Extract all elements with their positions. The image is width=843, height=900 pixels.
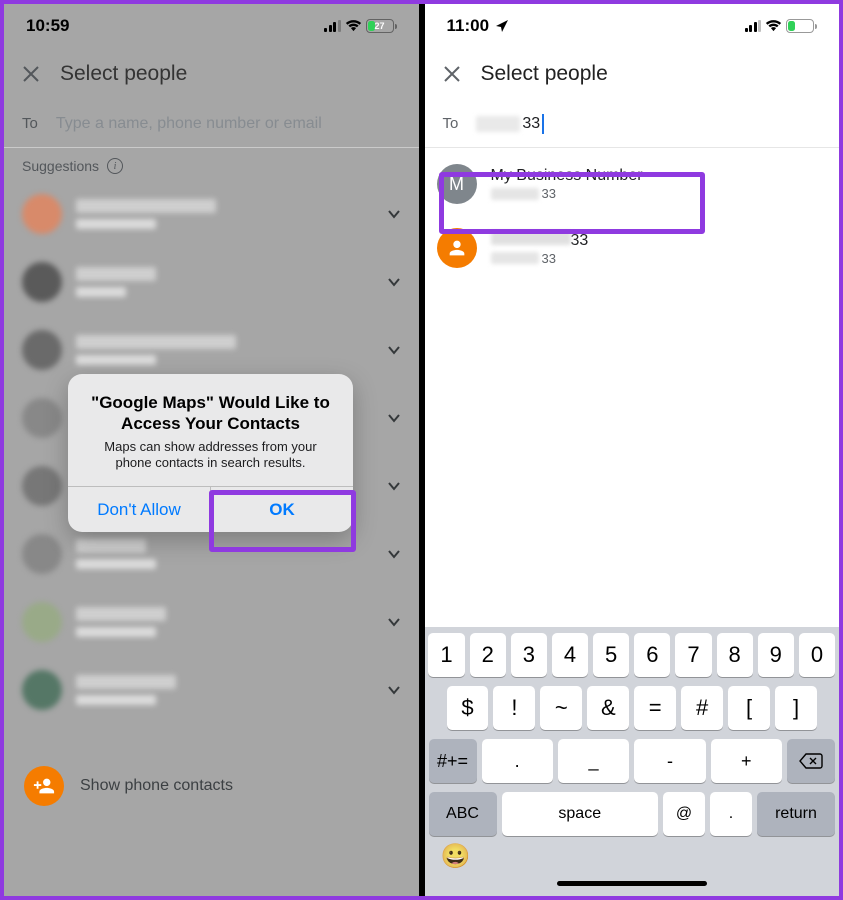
list-item[interactable] [12,248,411,316]
avatar [22,398,62,438]
wifi-icon [765,20,782,32]
key-5[interactable]: 5 [593,633,629,677]
chevron-down-icon[interactable] [387,683,401,697]
app-bar: Select people [4,48,419,100]
status-bar: 11:00 28 [425,4,840,48]
contact-name: 33 [491,231,589,250]
status-time: 10:59 [26,16,69,36]
contact-number: 33 [491,251,589,266]
key-4[interactable]: 4 [552,633,588,677]
key-abc[interactable]: ABC [429,792,497,836]
key-lbracket[interactable]: [ [728,686,770,730]
contact-name: My Business Number [491,167,643,185]
key-return[interactable]: return [757,792,835,836]
search-results: M My Business Number 33 33 33 [425,148,840,280]
alert-message: Maps can show addresses from your phone … [86,439,335,473]
info-icon[interactable]: i [107,158,123,174]
status-time: 11:00 [447,16,490,36]
key-0[interactable]: 0 [799,633,835,677]
contact-result-business[interactable]: M My Business Number 33 [425,152,840,216]
key-shift-symbols[interactable]: #+= [429,739,477,783]
key-period[interactable]: . [482,739,553,783]
cell-signal-icon [745,20,762,32]
phone-left: 10:59 27 Select people To Type a name, p… [4,4,419,896]
wifi-icon [345,20,362,32]
key-tilde[interactable]: ~ [540,686,582,730]
key-dot[interactable]: . [710,792,752,836]
key-rbracket[interactable]: ] [775,686,817,730]
key-space[interactable]: space [502,792,659,836]
person-icon [446,237,468,259]
chevron-down-icon[interactable] [387,479,401,493]
avatar [437,228,477,268]
avatar [22,330,62,370]
page-title: Select people [481,62,608,86]
avatar [22,602,62,642]
key-dollar[interactable]: $ [447,686,489,730]
to-input-value: 33 [476,114,821,134]
suggestions-header: Suggestions i [4,148,419,180]
avatar: M [437,164,477,204]
to-field[interactable]: To 33 [425,100,840,148]
key-6[interactable]: 6 [634,633,670,677]
page-title: Select people [60,62,187,86]
key-at[interactable]: @ [663,792,705,836]
avatar [22,466,62,506]
chevron-down-icon[interactable] [387,343,401,357]
list-item[interactable] [12,588,411,656]
avatar [22,262,62,302]
key-amp[interactable]: & [587,686,629,730]
avatar [22,670,62,710]
key-1[interactable]: 1 [428,633,464,677]
key-3[interactable]: 3 [511,633,547,677]
to-field[interactable]: To Type a name, phone number or email [4,100,419,148]
key-underscore[interactable]: _ [558,739,629,783]
key-eq[interactable]: = [634,686,676,730]
key-hash[interactable]: # [681,686,723,730]
avatar [22,534,62,574]
alert-title: "Google Maps" Would Like to Access Your … [86,392,335,435]
chevron-down-icon[interactable] [387,615,401,629]
chevron-down-icon[interactable] [387,411,401,425]
key-7[interactable]: 7 [675,633,711,677]
phone-right: 11:00 28 Select people To 33 [425,4,840,896]
chevron-down-icon[interactable] [387,547,401,561]
key-backspace[interactable] [787,739,835,783]
contact-result-generic[interactable]: 33 33 [425,216,840,280]
show-phone-contacts-label: Show phone contacts [80,777,233,795]
contact-number: 33 [491,186,643,201]
person-add-icon [24,766,64,806]
ok-button[interactable]: OK [211,487,353,532]
status-bar: 10:59 27 [4,4,419,48]
permission-alert: "Google Maps" Would Like to Access Your … [68,374,353,532]
key-minus[interactable]: - [634,739,705,783]
key-exclaim[interactable]: ! [493,686,535,730]
list-item[interactable] [12,656,411,724]
to-placeholder: Type a name, phone number or email [56,115,401,133]
dont-allow-button[interactable]: Don't Allow [68,487,211,532]
battery-icon: 27 [366,19,397,33]
list-item[interactable] [12,180,411,248]
chevron-down-icon[interactable] [387,207,401,221]
to-label: To [22,115,38,132]
cell-signal-icon [324,20,341,32]
emoji-key[interactable]: 😀 [441,842,471,871]
backspace-icon [799,752,823,770]
app-bar: Select people [425,48,840,100]
key-2[interactable]: 2 [470,633,506,677]
battery-icon: 28 [786,19,817,33]
location-icon [495,19,509,33]
key-8[interactable]: 8 [717,633,753,677]
keyboard: 1 2 3 4 5 6 7 8 9 0 $ ! ~ & = # [ ] [425,627,840,896]
key-plus[interactable]: + [711,739,782,783]
avatar [22,194,62,234]
show-phone-contacts-button[interactable]: Show phone contacts [4,756,419,816]
home-indicator[interactable] [557,881,707,886]
chevron-down-icon[interactable] [387,275,401,289]
key-9[interactable]: 9 [758,633,794,677]
close-icon[interactable] [443,65,461,83]
close-icon[interactable] [22,65,40,83]
to-label: To [443,115,459,132]
